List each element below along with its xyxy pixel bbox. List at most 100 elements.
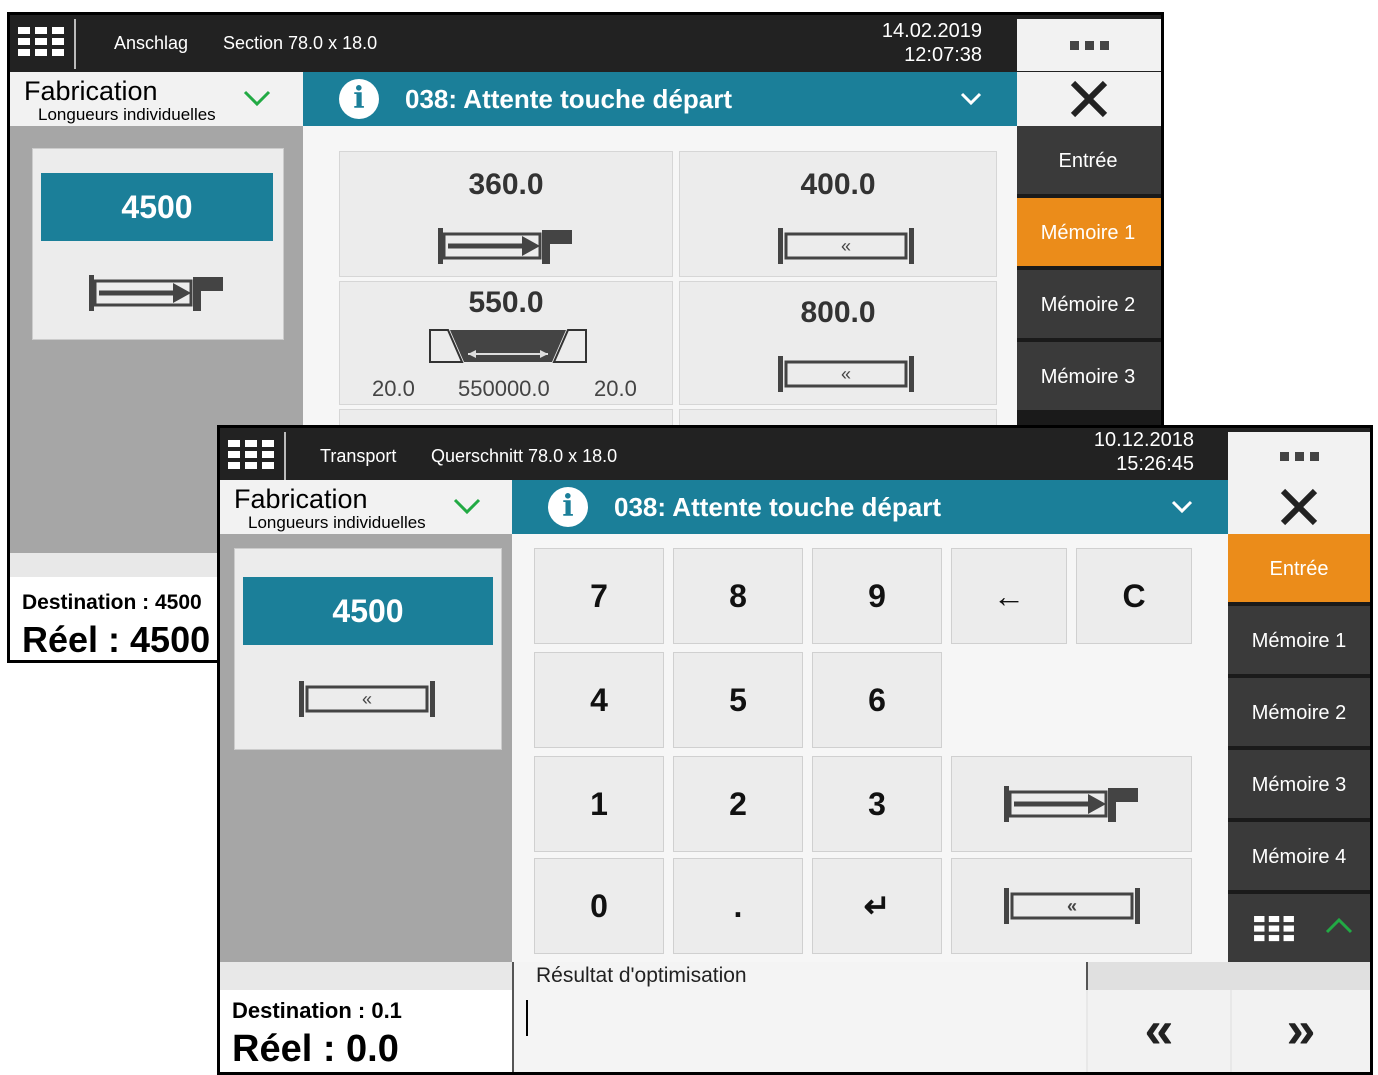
mode-subtitle: Longueurs individuelles [248,513,426,532]
key-1[interactable]: 1 [534,756,664,852]
mode-title: Fabrication [234,484,368,514]
left-divider [220,962,512,990]
chevron-down-icon[interactable] [1170,498,1194,516]
current-value: 4500 [41,173,273,241]
memory-tile[interactable]: 800.0 [679,281,997,405]
tile-value: 550.0 [468,286,544,319]
chevron-up-icon[interactable] [1324,914,1354,940]
key-5[interactable]: 5 [673,652,803,748]
sidebar-entree[interactable]: Entrée [1015,126,1161,196]
key-4[interactable]: 4 [534,652,664,748]
info-icon: i [339,79,379,119]
memory-tile[interactable]: 550.0 20.0 550000.0 20.0 [339,281,673,405]
optimization-label: Résultat d'optimisation [536,964,747,987]
time: 15:26:45 [1116,453,1194,475]
sidebar-memoire-3[interactable]: Mémoire 3 [1228,750,1370,820]
trapezoid-cut-icon [428,328,588,364]
sidebar-memoire-1[interactable]: Mémoire 1 [1015,198,1161,268]
current-value-card[interactable]: 4500 [32,148,284,340]
next-button[interactable]: » [1232,990,1370,1072]
mode-subtitle: Longueurs individuelles [38,105,216,124]
bottom-area: Destination : 0.1 Réel : 0.0 Résultat d'… [220,962,1370,1072]
info-icon: i [548,487,588,527]
key-enter[interactable]: ↵ [812,858,942,954]
rewind-bar-icon [297,679,437,719]
more-button[interactable] [1017,19,1161,71]
memory-tile[interactable]: 360.0 [339,151,673,277]
key-6[interactable]: 6 [812,652,942,748]
sidebar-memoire-2[interactable]: Mémoire 2 [1015,270,1161,340]
current-value: 4500 [243,577,493,645]
memory-sidebar: Entrée Mémoire 1 Mémoire 2 Mémoire 3 Mém… [1228,534,1370,964]
key-3[interactable]: 3 [812,756,942,852]
rewind-button[interactable] [951,858,1192,954]
tile-left-angle: 20.0 [372,376,415,401]
prev-button[interactable]: « [1088,990,1230,1072]
tile-value: 360.0 [468,168,544,201]
key-backspace[interactable]: ← [951,548,1067,644]
mode-label: Transport [320,446,397,466]
rewind-bar-icon [776,226,916,266]
text-cursor [526,1000,528,1036]
close-icon [1279,487,1319,527]
key-0[interactable]: 0 [534,858,664,954]
mode-selector[interactable]: Fabrication Longueurs individuelles [220,480,512,534]
current-value-card[interactable]: 4500 [234,548,502,750]
sidebar-memoire-3[interactable]: Mémoire 3 [1015,342,1161,412]
memory-sidebar: Entrée Mémoire 1 Mémoire 2 Mémoire 3 [1015,126,1161,426]
mode-selector[interactable]: Fabrication Longueurs individuelles [10,72,303,126]
message-text: 038: Attente touche départ [614,492,941,522]
keypad: 7 8 9 ← C 4 5 6 1 2 3 0 . ↵ [512,534,1228,962]
date: 14.02.2019 [881,20,982,42]
key-2[interactable]: 2 [673,756,803,852]
top-bar: Anschlag Section 78.0 x 18.0 14.02.2019 … [10,15,1161,72]
stop-arrow-icon [436,226,576,266]
key-9[interactable]: 9 [812,548,942,644]
actual-label: Réel : 4500 [22,619,211,660]
actual-label: Réel : 0.0 [232,1028,399,1070]
close-button[interactable] [1228,480,1370,534]
key-clear[interactable]: C [1076,548,1192,644]
more-button[interactable] [1228,432,1370,480]
stop-arrow-icon [1002,784,1142,824]
stop-position-button[interactable] [951,756,1192,852]
more-dot-icon [1069,40,1079,50]
sidebar-tools [1228,894,1370,964]
chevron-down-icon [452,492,482,518]
key-decimal[interactable]: . [673,858,803,954]
key-7[interactable]: 7 [534,548,664,644]
more-dot-icon [1294,451,1304,461]
sidebar-memoire-2[interactable]: Mémoire 2 [1228,678,1370,748]
sidebar-memoire-4[interactable]: Mémoire 4 [1228,822,1370,892]
divider [284,432,286,482]
tile-right-angle: 20.0 [594,376,637,401]
grid-menu-icon[interactable] [1254,916,1294,942]
grid-menu-icon[interactable] [228,440,274,470]
divider [74,19,76,69]
grid-menu-icon[interactable] [18,27,64,57]
key-8[interactable]: 8 [673,548,803,644]
top-bar: Transport Querschnitt 78.0 x 18.0 10.12.… [220,428,1370,485]
message-bar[interactable]: i 038: Attente touche départ [512,480,1228,534]
front-window: Transport Querschnitt 78.0 x 18.0 10.12.… [217,425,1373,1075]
tile-value: 800.0 [800,296,876,329]
mode-title: Fabrication [24,76,158,106]
chevron-down-icon [242,84,272,110]
chevron-down-icon[interactable] [959,90,983,108]
datetime: 10.12.2018 15:26:45 [1040,428,1194,476]
time: 12:07:38 [904,44,982,66]
sidebar-memoire-1[interactable]: Mémoire 1 [1228,606,1370,676]
mode-label: Anschlag [114,33,189,53]
more-dot-icon [1084,40,1094,50]
destination-label: Destination : 4500 [22,591,202,614]
message-text: 038: Attente touche départ [405,84,732,114]
sidebar-entree[interactable]: Entrée [1228,534,1370,604]
close-button[interactable] [1017,72,1161,126]
close-icon [1069,79,1109,119]
stop-arrow-icon [87,273,227,313]
date: 10.12.2018 [1093,429,1194,451]
optimization-panel: Résultat d'optimisation [512,962,1086,1072]
memory-tile[interactable]: 400.0 [679,151,997,277]
rewind-bar-icon [776,354,916,394]
message-bar[interactable]: i 038: Attente touche départ [303,72,1017,126]
